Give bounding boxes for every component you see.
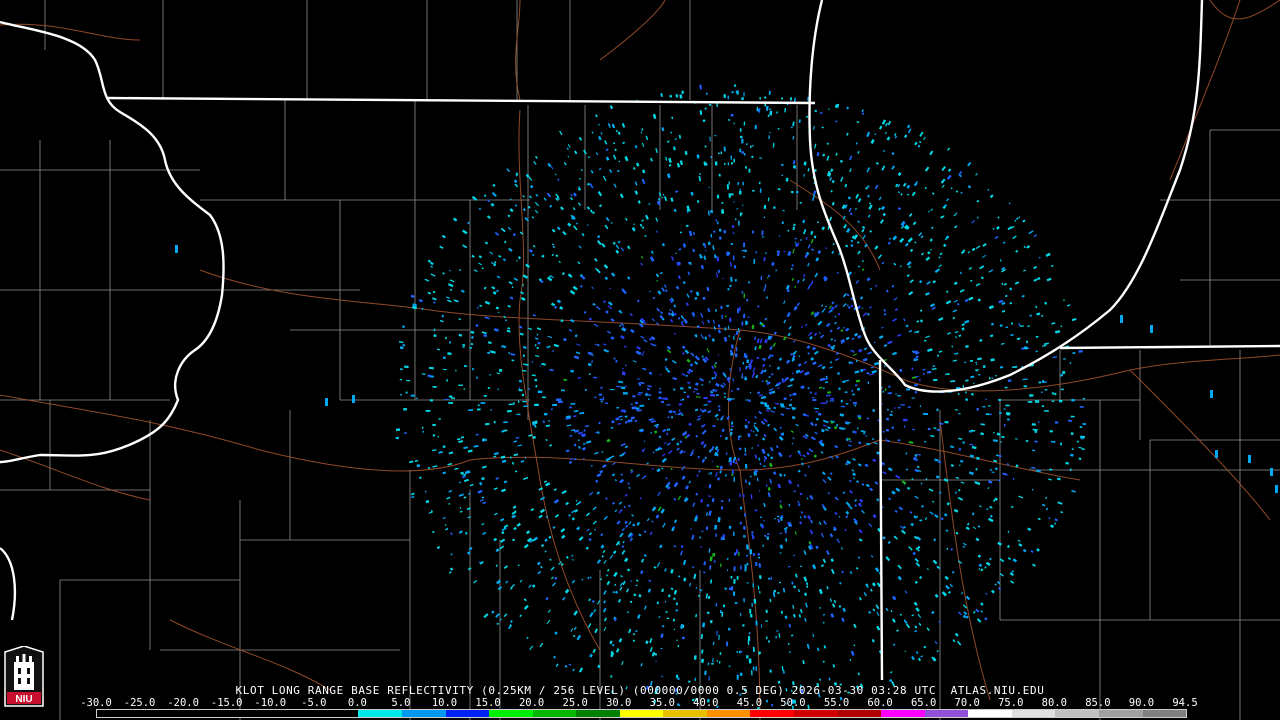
colorbar-tick-label: 70.0 (954, 697, 980, 709)
colorbar-segment (401, 710, 446, 717)
colorbar-segment (1098, 710, 1143, 717)
colorbar-tick-label: 35.0 (649, 697, 675, 709)
colorbar-tick-label: -25.0 (123, 697, 156, 709)
colorbar-segment (358, 710, 402, 717)
colorbar-segment (532, 710, 577, 717)
colorbar-segment (97, 710, 141, 717)
colorbar-segment (1055, 710, 1099, 717)
colorbar-tick-label: 0.0 (347, 697, 367, 709)
colorbar-segment (227, 710, 272, 717)
colorbar-segment (924, 710, 969, 717)
colorbar-tick-label: 25.0 (562, 697, 588, 709)
colorbar-tick-label: -30.0 (80, 697, 112, 709)
colorbar-tick-label: 45.0 (736, 697, 763, 709)
colorbar-tick-label: 15.0 (475, 697, 501, 709)
colorbar-tick-label: 50.0 (780, 697, 806, 709)
colorbar-ticks: -30.0 -25.0 -20.0 -15.0 -10.0 -5.0 0.0 5.0 10.0 1… (80, 697, 1198, 709)
colorbar-segment (706, 710, 751, 717)
colorbar-tick-label: 40.0 (693, 697, 719, 709)
colorbar-segment (794, 710, 838, 717)
colorbar-tick-label: 5.0 (391, 697, 411, 709)
colorbar-tick-label: 75.0 (998, 697, 1024, 709)
colorbar (96, 709, 1187, 718)
colorbar-tick-label: 65.0 (910, 697, 937, 709)
colorbar-segment (140, 710, 185, 717)
colorbar-tick-label: 94.5 (1172, 697, 1198, 709)
colorbar-tick-label: -5.0 (301, 697, 327, 709)
colorbar-tick-label: 85.0 (1085, 697, 1111, 709)
colorbar-tick-label: 60.0 (867, 697, 893, 709)
colorbar-segment (663, 710, 707, 717)
colorbar-segment (314, 710, 359, 717)
colorbar-tick-label: 55.0 (823, 697, 850, 709)
colorbar-segment (619, 710, 664, 717)
colorbar-segment (489, 710, 533, 717)
colorbar-segment (271, 710, 315, 717)
niu-logo: NIU (4, 646, 44, 707)
colorbar-tick-label: -20.0 (167, 697, 199, 709)
colorbar-segment (576, 710, 620, 717)
colorbar-segment (837, 710, 882, 717)
colorbar-tick-label: 20.0 (518, 697, 545, 709)
product-caption: KLOT LONG RANGE BASE REFLECTIVITY (0.25K… (235, 684, 1045, 697)
colorbar-segment (881, 710, 925, 717)
colorbar-segment (1011, 710, 1056, 717)
colorbar-tick-label: -10.0 (254, 697, 287, 709)
colorbar-tick-label: 80.0 (1041, 697, 1067, 709)
colorbar-tick-label: 90.0 (1128, 697, 1155, 709)
colorbar-segment (968, 710, 1012, 717)
colorbar-segment (445, 710, 490, 717)
colorbar-tick-label: 30.0 (606, 697, 632, 709)
colorbar-segment (750, 710, 794, 717)
colorbar-tick-label: 10.0 (431, 697, 458, 709)
radar-map (0, 0, 1280, 720)
colorbar-segment (184, 710, 228, 717)
colorbar-segment (1142, 710, 1187, 717)
colorbar-tick-label: -15.0 (210, 697, 243, 709)
